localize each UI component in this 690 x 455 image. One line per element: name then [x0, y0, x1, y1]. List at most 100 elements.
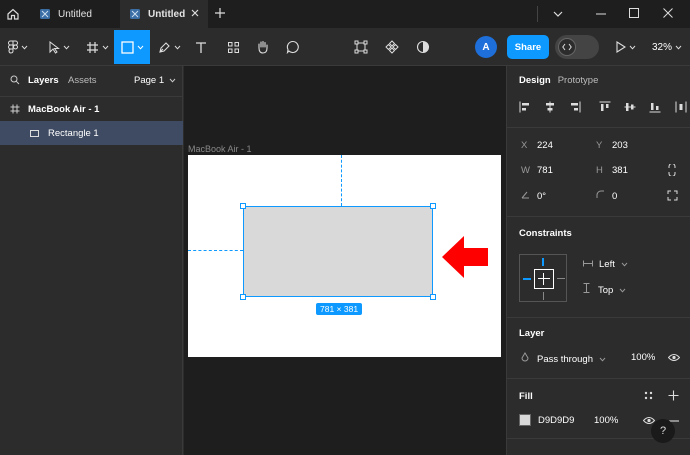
- component-icon: [385, 40, 399, 54]
- rectangle-shape[interactable]: [243, 206, 433, 297]
- height-field[interactable]: H 381: [596, 165, 628, 176]
- rotation-field[interactable]: 0°: [521, 190, 546, 202]
- distribute-icon[interactable]: [675, 100, 687, 118]
- new-tab-icon[interactable]: [214, 7, 226, 19]
- contrast-icon: [416, 40, 430, 54]
- constraint-cross-v: [543, 273, 544, 285]
- constraints-widget[interactable]: [519, 254, 567, 302]
- minimize-icon[interactable]: [596, 13, 606, 15]
- add-fill-icon[interactable]: [668, 390, 679, 401]
- constraint-horizontal-value: Left: [599, 259, 615, 270]
- fill-opacity-field[interactable]: 100%: [594, 415, 618, 426]
- constrain-proportions-icon[interactable]: [667, 164, 677, 176]
- divider: [0, 96, 183, 97]
- contrast-button[interactable]: [416, 28, 430, 66]
- vertical-constraint-icon: [583, 283, 590, 293]
- maximize-icon[interactable]: [629, 8, 639, 18]
- y-value: 203: [612, 140, 628, 151]
- search-icon[interactable]: [10, 75, 20, 85]
- canvas[interactable]: MacBook Air - 1 781 × 381: [184, 66, 506, 455]
- present-button[interactable]: [615, 28, 636, 66]
- chevron-down-icon[interactable]: [552, 9, 564, 19]
- layer-row-frame[interactable]: MacBook Air - 1: [0, 98, 183, 120]
- constraint-vertical-select[interactable]: Top: [583, 283, 626, 296]
- align-top-icon[interactable]: [599, 100, 611, 118]
- constraint-horizontal-select[interactable]: Left: [583, 259, 628, 270]
- x-field[interactable]: X 224: [521, 140, 553, 151]
- tab-label: Untitled: [148, 8, 186, 20]
- home-icon[interactable]: [0, 0, 26, 28]
- constraint-top-marker[interactable]: [542, 258, 544, 266]
- mask-button[interactable]: [354, 28, 368, 66]
- resize-handle-top-left[interactable]: [240, 203, 246, 209]
- tab-untitled-1[interactable]: Untitled: [30, 0, 116, 28]
- chevron-down-icon: [629, 45, 636, 50]
- blend-mode-select[interactable]: Pass through: [521, 352, 606, 365]
- page-selector[interactable]: Page 1: [134, 75, 176, 86]
- resize-handle-bottom-left[interactable]: [240, 294, 246, 300]
- h-value: 381: [612, 165, 628, 176]
- styles-grid-icon[interactable]: [644, 391, 653, 400]
- move-tool-button[interactable]: [48, 28, 70, 66]
- align-right-icon[interactable]: [569, 100, 581, 118]
- chevron-down-icon: [21, 45, 28, 50]
- constraints-title: Constraints: [519, 228, 572, 239]
- pen-tool-button[interactable]: [158, 28, 181, 66]
- tab-layers[interactable]: Layers: [28, 75, 59, 86]
- tab-untitled-2[interactable]: Untitled: [120, 0, 208, 28]
- alignment-toolbar: [519, 100, 687, 116]
- divider: [507, 317, 690, 318]
- resources-button[interactable]: [227, 28, 240, 66]
- chevron-down-icon: [174, 45, 181, 50]
- title-bar: Untitled Untitled: [0, 0, 690, 28]
- frame-tool-button[interactable]: [86, 28, 109, 66]
- comment-tool-button[interactable]: [286, 28, 300, 66]
- width-field[interactable]: W 781: [521, 165, 553, 176]
- create-component-button[interactable]: [385, 28, 399, 66]
- independent-corners-icon[interactable]: [667, 190, 678, 201]
- tab-prototype[interactable]: Prototype: [558, 75, 599, 86]
- eye-icon[interactable]: [668, 353, 680, 362]
- tab-design[interactable]: Design: [519, 75, 551, 86]
- corner-radius-field[interactable]: 0: [596, 190, 617, 202]
- layers-panel: Layers Assets Page 1 MacBook Air - 1 Rec…: [0, 66, 183, 455]
- align-center-h-icon[interactable]: [544, 100, 556, 118]
- divider: [507, 127, 690, 128]
- y-field[interactable]: Y 203: [596, 140, 628, 151]
- layer-name: MacBook Air - 1: [28, 103, 100, 115]
- corner-value: 0: [612, 191, 618, 202]
- components-grid-icon: [228, 41, 239, 53]
- fill-hex-field[interactable]: D9D9D9: [538, 415, 574, 426]
- blend-mode-value: Pass through: [537, 354, 593, 365]
- x-label: X: [521, 140, 528, 151]
- code-icon: [558, 38, 576, 56]
- zoom-dropdown[interactable]: 32%: [652, 28, 682, 66]
- avatar[interactable]: A: [475, 36, 497, 58]
- constraint-right-marker[interactable]: [557, 278, 565, 279]
- constraint-left-marker[interactable]: [523, 278, 531, 280]
- fill-color-swatch[interactable]: [519, 414, 531, 426]
- constraint-cross-h: [538, 278, 550, 279]
- main-menu-button[interactable]: [8, 28, 28, 66]
- layer-opacity-field[interactable]: 100%: [631, 352, 655, 363]
- frame-label[interactable]: MacBook Air - 1: [188, 144, 252, 154]
- align-left-icon[interactable]: [519, 100, 531, 118]
- rectangle-tool-button[interactable]: [114, 30, 150, 64]
- dev-mode-toggle[interactable]: [555, 35, 599, 59]
- chevron-down-icon: [137, 45, 143, 50]
- measure-guide-vertical: [341, 155, 342, 206]
- hand-tool-button[interactable]: [256, 28, 270, 66]
- close-window-icon[interactable]: [663, 8, 673, 18]
- figma-file-icon: [40, 9, 50, 19]
- close-tab-icon[interactable]: [190, 8, 200, 18]
- resize-handle-bottom-right[interactable]: [430, 294, 436, 300]
- resize-handle-top-right[interactable]: [430, 203, 436, 209]
- layer-row-rectangle[interactable]: Rectangle 1: [0, 121, 183, 145]
- constraint-bottom-marker[interactable]: [543, 292, 544, 300]
- text-tool-button[interactable]: [195, 28, 207, 66]
- share-button[interactable]: Share: [507, 35, 549, 59]
- align-center-v-icon[interactable]: [624, 100, 636, 118]
- align-bottom-icon[interactable]: [649, 100, 661, 118]
- tab-assets[interactable]: Assets: [68, 75, 97, 86]
- help-button[interactable]: ?: [651, 419, 675, 443]
